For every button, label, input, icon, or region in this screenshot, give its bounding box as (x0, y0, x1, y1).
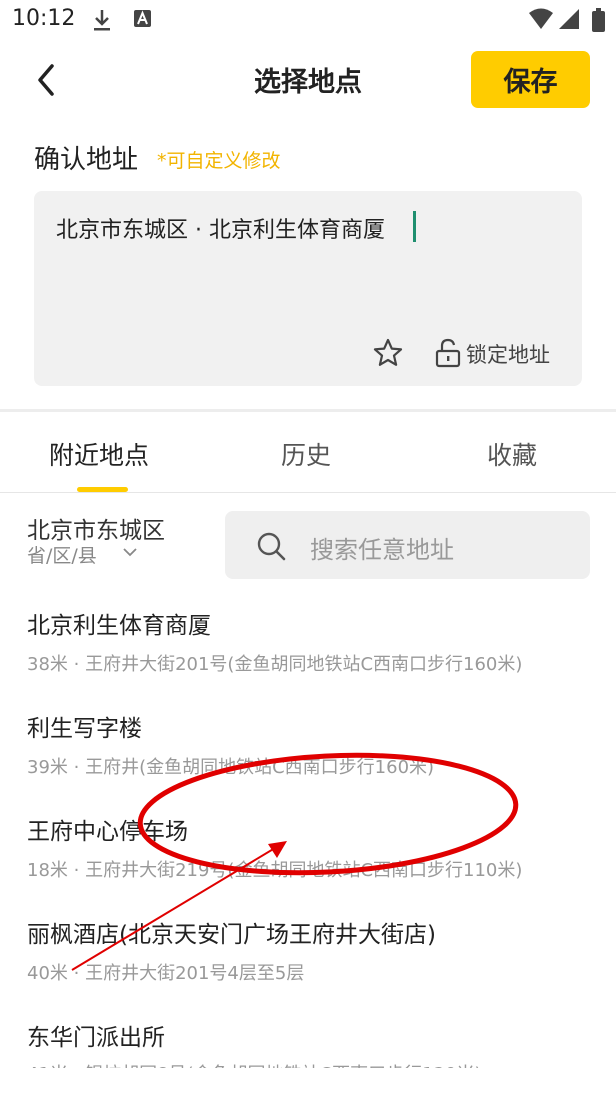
save-button[interactable]: 保存 (471, 51, 590, 108)
city-selector[interactable]: 北京市东城区 (27, 511, 165, 545)
unlock-icon[interactable] (435, 338, 461, 368)
place-name[interactable]: 利生写字楼 (27, 709, 142, 743)
battery-icon (592, 8, 605, 32)
wifi-icon (529, 8, 553, 29)
address-input-text[interactable]: 北京市东城区 · 北京利生体育商厦 (56, 212, 385, 244)
place-detail: 39米 · 王府井(金鱼胡同地铁站C西南口步行160米) (27, 757, 435, 778)
status-time: 10:12 (12, 6, 76, 31)
place-name[interactable]: 东华门派出所 (27, 1018, 165, 1052)
region-selector[interactable]: 省/区/县 (27, 541, 97, 568)
tab-nearby[interactable]: 附近地点 (49, 436, 149, 472)
star-icon[interactable] (372, 337, 404, 369)
place-name[interactable]: 王府中心停车场 (27, 812, 188, 846)
place-detail: 18米 · 王府井大街219号(金鱼胡同地铁站C西南口步行110米) (27, 860, 523, 881)
place-name[interactable]: 北京利生体育商厦 (27, 606, 211, 640)
place-detail: 38米 · 王府井大街201号(金鱼胡同地铁站C西南口步行160米) (27, 654, 523, 675)
custom-edit-hint: *可自定义修改 (157, 150, 281, 172)
tab-bar-divider (0, 492, 616, 493)
tab-favorites[interactable]: 收藏 (487, 436, 537, 472)
place-name[interactable]: 丽枫酒店(北京天安门广场王府井大街店) (27, 915, 436, 949)
tab-history[interactable]: 历史 (281, 436, 331, 472)
list-bottom-edge (0, 1068, 616, 1095)
section-divider (0, 409, 616, 412)
lock-address-button[interactable]: 锁定地址 (466, 339, 550, 369)
cell-signal-icon (559, 9, 579, 29)
text-a-icon (134, 10, 151, 27)
confirm-address-label: 确认地址 (34, 145, 139, 175)
text-cursor (413, 211, 416, 242)
search-icon (257, 532, 286, 561)
place-detail: 40米 · 王府井大街201号4层至5层 (27, 963, 305, 984)
search-input[interactable]: 搜索任意地址 (310, 530, 454, 565)
chevron-down-icon[interactable] (122, 546, 138, 558)
download-icon (94, 10, 110, 31)
